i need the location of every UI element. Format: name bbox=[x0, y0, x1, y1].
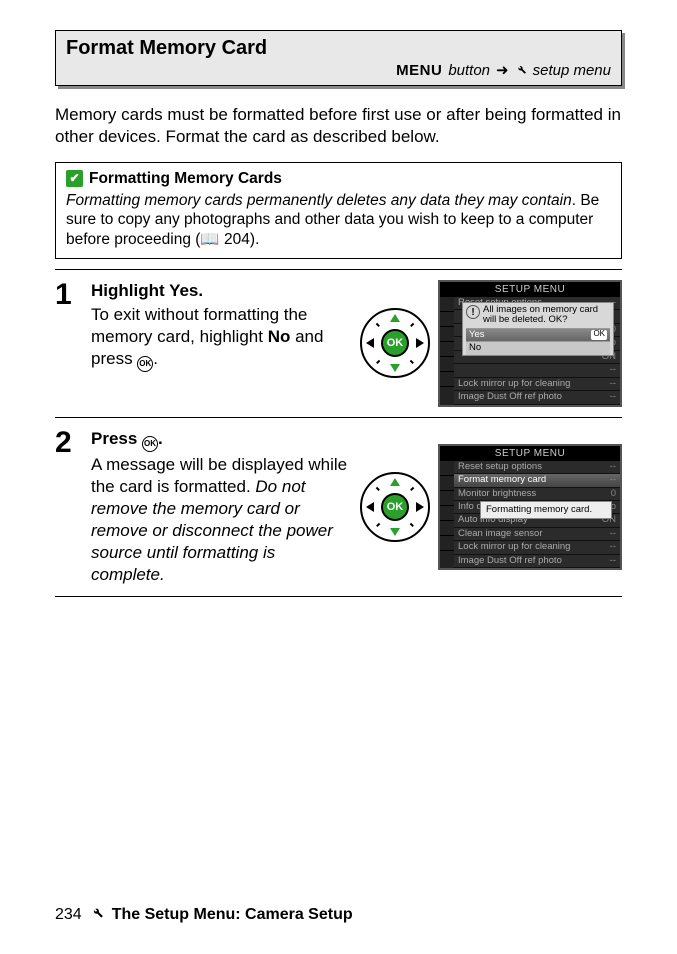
dialog-message: All images on memory card will be delete… bbox=[483, 305, 610, 326]
step-heading: Highlight Yes. bbox=[91, 280, 352, 302]
warning-title: Formatting Memory Cards bbox=[89, 169, 282, 189]
lcd-row-label: Lock mirror up for cleaning bbox=[458, 542, 570, 552]
lcd-row-value: -- bbox=[610, 475, 616, 485]
lcd-row-value: -- bbox=[610, 556, 616, 566]
step-1: 1 Highlight Yes. To exit without formatt… bbox=[55, 270, 622, 418]
menu-label: MENU bbox=[396, 61, 442, 81]
step-head-prefix: Press bbox=[91, 429, 142, 448]
lcd-row-label: Lock mirror up for cleaning bbox=[458, 379, 570, 389]
lcd-screenshot-1: SETUP MENU Reset setup options-- 0 Info … bbox=[438, 280, 622, 407]
lcd-title: SETUP MENU bbox=[440, 282, 620, 297]
lcd-title: SETUP MENU bbox=[440, 446, 620, 461]
section-header: Format Memory Card MENU button ➜ setup m… bbox=[55, 30, 622, 86]
lcd-progress-popup: Formatting memory card. bbox=[480, 501, 612, 519]
multi-selector-icon: OK bbox=[360, 308, 430, 378]
setup-menu-word: setup menu bbox=[533, 61, 611, 81]
step1-bold: No bbox=[268, 327, 291, 346]
page-number: 234 bbox=[55, 905, 82, 926]
ok-button-icon: OK bbox=[142, 436, 158, 452]
lcd-row-label: Clean image sensor bbox=[458, 529, 543, 539]
section-name: The Setup Menu: Camera Setup bbox=[112, 905, 353, 926]
lcd-row-value: -- bbox=[610, 462, 616, 472]
lcd-row-label: Monitor brightness bbox=[458, 489, 536, 499]
exclamation-icon: ! bbox=[466, 305, 480, 319]
step-number: 2 bbox=[55, 428, 81, 587]
lcd-row-value: -- bbox=[610, 392, 616, 402]
warning-box: ✔ Formatting Memory Cards Formatting mem… bbox=[55, 162, 622, 259]
lcd-row-value: 0 bbox=[611, 489, 616, 499]
lcd-row-value: -- bbox=[610, 379, 616, 389]
lcd-row-label: Format memory card bbox=[458, 475, 546, 485]
section-title: Format Memory Card bbox=[66, 35, 611, 61]
steps-list: 1 Highlight Yes. To exit without formatt… bbox=[55, 269, 622, 597]
dialog-option-yes: Yes OK bbox=[466, 328, 610, 341]
lcd-tab-strip bbox=[440, 461, 454, 569]
step-head-suffix: . bbox=[198, 281, 203, 300]
option-label: Yes bbox=[469, 330, 485, 340]
lcd-tab-strip bbox=[440, 297, 454, 405]
breadcrumb: MENU button ➜ setup menu bbox=[66, 61, 611, 81]
step-head-prefix: Highlight bbox=[91, 281, 169, 300]
lcd-confirm-dialog: ! All images on memory card will be dele… bbox=[462, 302, 614, 356]
step-text: To exit without formatting the memory ca… bbox=[91, 304, 352, 372]
lcd-row-label: Reset setup options bbox=[458, 462, 542, 472]
page-footer: 234 The Setup Menu: Camera Setup bbox=[55, 905, 622, 926]
check-badge-icon: ✔ bbox=[66, 170, 83, 187]
lcd-row-label: Image Dust Off ref photo bbox=[458, 556, 562, 566]
step-head-bold: Yes bbox=[169, 281, 198, 300]
wrench-icon bbox=[515, 61, 527, 81]
wrench-icon bbox=[90, 905, 104, 926]
multi-selector-icon: OK bbox=[360, 472, 430, 542]
lcd-row-value: -- bbox=[610, 529, 616, 539]
warning-italic: Formatting memory cards permanently dele… bbox=[66, 192, 572, 209]
ok-center: OK bbox=[381, 329, 409, 357]
step-illustrations: OK SETUP MENU Reset setup options-- 0 In… bbox=[362, 280, 622, 407]
step1-t3: . bbox=[153, 349, 158, 368]
step-body: Press OK. A message will be displayed wh… bbox=[91, 428, 352, 587]
ok-tag: OK bbox=[591, 330, 607, 340]
warning-body: Formatting memory cards permanently dele… bbox=[66, 191, 611, 250]
step-body: Highlight Yes. To exit without formattin… bbox=[91, 280, 352, 407]
lcd-row-value: -- bbox=[610, 365, 616, 375]
ok-center: OK bbox=[381, 493, 409, 521]
lcd-row-label: Image Dust Off ref photo bbox=[458, 392, 562, 402]
lcd-row-value: -- bbox=[610, 542, 616, 552]
dialog-option-no: No bbox=[466, 341, 610, 354]
arrow-icon: ➜ bbox=[496, 61, 509, 81]
step-2: 2 Press OK. A message will be displayed … bbox=[55, 418, 622, 598]
step-head-suffix: . bbox=[158, 429, 163, 448]
step2-t1: A message will be displayed while the ca… bbox=[91, 455, 347, 496]
step-text: A message will be displayed while the ca… bbox=[91, 454, 352, 587]
lcd-screenshot-2: SETUP MENU Reset setup options -- Format … bbox=[438, 444, 622, 571]
ok-button-icon: OK bbox=[137, 356, 153, 372]
warning-pageref: 204). bbox=[220, 231, 260, 248]
intro-text: Memory cards must be formatted before fi… bbox=[55, 104, 622, 148]
option-label: No bbox=[469, 343, 481, 353]
button-word: button bbox=[448, 61, 490, 81]
step-number: 1 bbox=[55, 280, 81, 407]
step-illustrations: OK SETUP MENU Reset setup options -- Form… bbox=[362, 428, 622, 587]
step-heading: Press OK. bbox=[91, 428, 352, 452]
book-icon: 📖 bbox=[200, 231, 219, 248]
